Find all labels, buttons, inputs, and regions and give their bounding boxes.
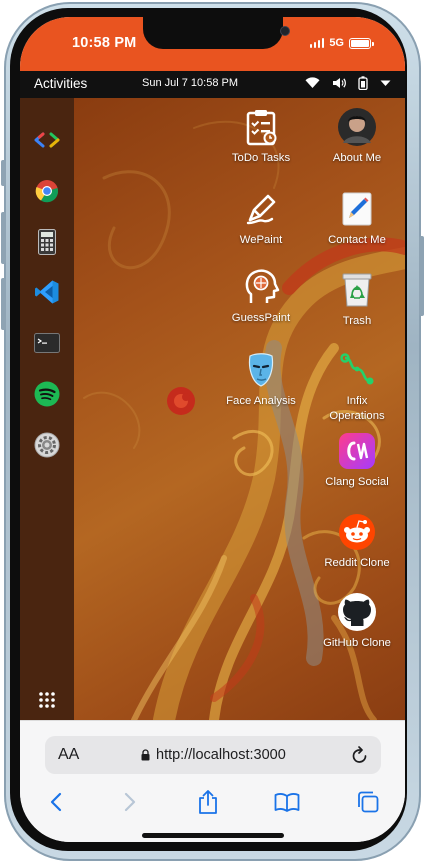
- settings-icon: [34, 432, 60, 458]
- network-type: 5G: [329, 37, 344, 49]
- recycle-bin-icon: [337, 270, 377, 310]
- tabs-button[interactable]: [353, 787, 383, 817]
- volume-icon: [333, 78, 346, 88]
- app-label: Trash: [342, 315, 372, 327]
- volume-down-button: [1, 278, 6, 330]
- address-bar[interactable]: AA http://localhost:3000: [45, 736, 381, 774]
- app-label: GuessPaint: [231, 312, 291, 324]
- mute-switch: [1, 160, 6, 186]
- dock-item-spotify[interactable]: [31, 378, 63, 410]
- app-label: ToDo Tasks: [231, 152, 291, 164]
- dock-item-vscode-remote[interactable]: [31, 124, 63, 156]
- app-wepaint[interactable]: WePaint: [223, 189, 299, 248]
- share-icon: [199, 790, 217, 814]
- app-contact-me[interactable]: Contact Me: [319, 189, 395, 248]
- dock-item-terminal[interactable]: [31, 327, 63, 359]
- app-trash[interactable]: Trash: [319, 270, 395, 329]
- clang-social-logo-icon: [337, 431, 377, 471]
- vscode-icon: [35, 280, 59, 304]
- safari-bottom-bar: AA http://localhost:3000: [20, 720, 405, 842]
- app-infix-operations[interactable]: Infix Operations: [319, 350, 395, 425]
- volume-up-button: [1, 212, 6, 264]
- chevron-left-icon: [50, 792, 62, 812]
- node-graph-icon: [337, 350, 377, 390]
- app-label: Infix Operations: [329, 395, 385, 423]
- dock-item-settings[interactable]: [31, 429, 63, 461]
- face-mask-icon: [241, 350, 281, 390]
- todo-clipboard-icon: [241, 107, 281, 147]
- github-octocat-icon: [337, 592, 377, 632]
- app-label: WePaint: [239, 234, 283, 246]
- forward-button[interactable]: [115, 787, 145, 817]
- dock-item-chrome[interactable]: [31, 175, 63, 207]
- dynamic-notch: [143, 17, 290, 49]
- app-label: Contact Me: [328, 234, 386, 246]
- system-menu-chevron-down-icon: [380, 80, 391, 86]
- terminal-icon: [34, 333, 60, 353]
- app-github-clone[interactable]: GitHub Clone: [319, 592, 395, 651]
- back-button[interactable]: [41, 787, 71, 817]
- wifi-icon: [305, 77, 320, 88]
- lock-icon: [141, 749, 150, 761]
- ios-status-bar: 10:58 PM 5G: [20, 17, 405, 71]
- app-todo-tasks[interactable]: ToDo Tasks: [223, 107, 299, 166]
- share-button[interactable]: [193, 787, 223, 817]
- ios-status-icons: 5G: [309, 37, 374, 49]
- app-about-me[interactable]: About Me: [319, 107, 395, 166]
- book-icon: [274, 793, 300, 812]
- text-size-button[interactable]: AA: [58, 746, 79, 764]
- app-face-analysis[interactable]: Face Analysis: [223, 350, 299, 409]
- battery-status-icon: [358, 76, 368, 90]
- battery-icon: [349, 37, 374, 49]
- app-label: GitHub Clone: [323, 637, 391, 649]
- dock: [20, 98, 74, 720]
- profile-avatar-icon: [337, 107, 377, 147]
- power-button: [419, 236, 424, 316]
- spotify-icon: [34, 381, 60, 407]
- show-applications-button[interactable]: [31, 684, 63, 716]
- chrome-icon: [35, 180, 59, 203]
- dock-item-calculator[interactable]: [31, 226, 63, 258]
- front-camera: [280, 26, 290, 36]
- ios-time: 10:58 PM: [72, 35, 137, 51]
- phone-screen: 10:58 PM 5G Activities Sun Jul 7 10:58 P…: [20, 17, 405, 842]
- datetime-clock[interactable]: Sun Jul 7 10:58 PM: [142, 77, 238, 89]
- paint-brush-icon: [241, 189, 281, 229]
- home-indicator: [142, 833, 284, 838]
- url-text[interactable]: http://localhost:3000: [156, 747, 286, 763]
- bookmarks-button[interactable]: [272, 787, 302, 817]
- tabs-icon: [358, 791, 379, 813]
- app-label: Face Analysis: [226, 395, 296, 407]
- vscode-remote-icon: [34, 132, 60, 148]
- gnome-top-bar: Activities Sun Jul 7 10:58 PM: [20, 71, 405, 98]
- safari-toolbar: [20, 787, 405, 817]
- system-tray[interactable]: [305, 76, 391, 90]
- notepad-pen-icon: [337, 189, 377, 229]
- calculator-icon: [38, 229, 56, 255]
- reddit-icon: [337, 512, 377, 552]
- show-apps-icon: [39, 692, 55, 708]
- app-guesspaint[interactable]: GuessPaint: [223, 267, 299, 326]
- activities-button[interactable]: Activities: [34, 76, 87, 91]
- reload-icon[interactable]: [351, 745, 369, 765]
- chevron-right-icon: [124, 792, 136, 812]
- brain-head-icon: [241, 267, 281, 307]
- app-label: Clang Social: [325, 476, 389, 488]
- app-reddit-clone[interactable]: Reddit Clone: [319, 512, 395, 571]
- cellular-signal-icon: [309, 38, 325, 48]
- app-label: About Me: [332, 152, 382, 164]
- app-label: Reddit Clone: [324, 557, 390, 569]
- app-clang-social[interactable]: Clang Social: [319, 431, 395, 490]
- dock-item-vscode[interactable]: [31, 276, 63, 308]
